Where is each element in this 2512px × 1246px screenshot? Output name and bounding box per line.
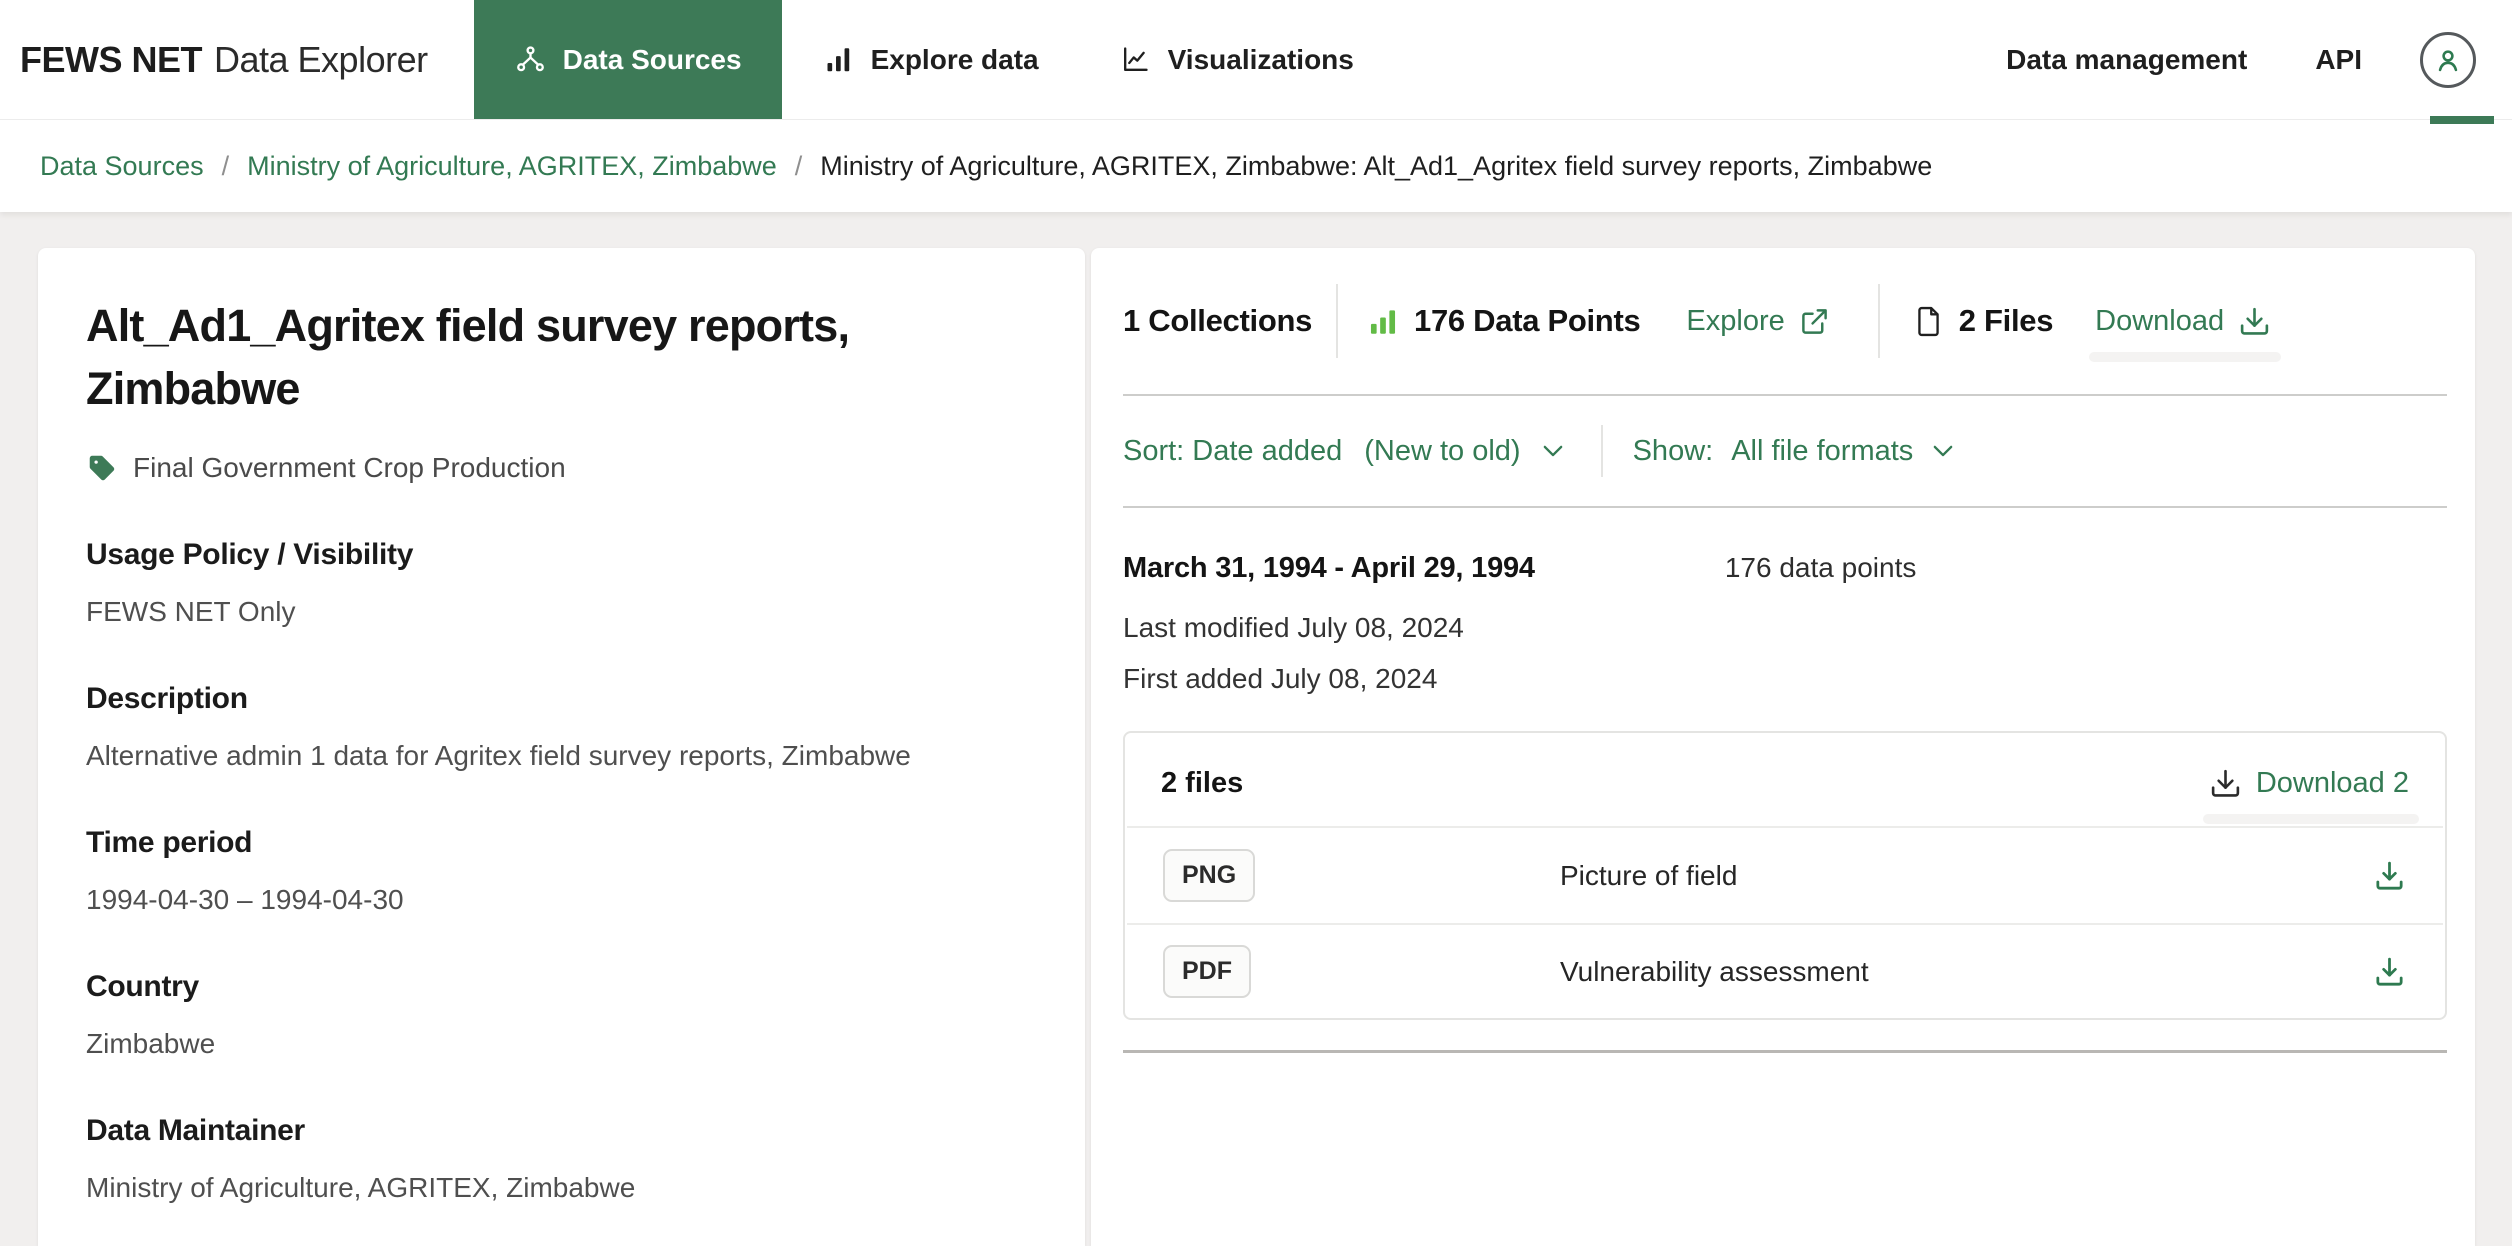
chevron-down-icon [1539,437,1567,465]
collections-count: 1 Collections [1123,303,1312,339]
field-label-country: Country [86,970,1015,1004]
main-content: Alt_Ad1_Agritex field survey reports, Zi… [0,212,2512,1246]
logo-bold: FEWS NET [20,39,202,81]
download-hover-underline [2089,352,2281,362]
show-label: Show: [1633,435,1714,468]
file-row: PDF Vulnerability assessment [1127,923,2443,1018]
tab-label: Visualizations [1168,44,1354,76]
sort-label: Sort: Date added [1123,435,1342,468]
file-format-badge: PDF [1163,945,1251,998]
file-format-cell: PDF [1163,945,1560,998]
files-stat: 2 Files [1912,303,2053,339]
line-chart-icon [1119,43,1152,76]
tab-label: Data Sources [563,44,742,76]
nav-link-label: Data management [2006,44,2247,76]
chevron-down-icon [1929,437,1957,465]
active-user-indicator [2430,116,2494,124]
person-icon [2431,43,2465,77]
tab-explore-data[interactable]: Explore data [782,0,1079,119]
field-value-time-period: 1994-04-30 – 1994-04-30 [86,884,1015,916]
file-download-button[interactable] [2372,954,2407,989]
download-icon [2209,767,2242,800]
mini-bars-icon [1366,304,1400,338]
file-format-badge: PNG [1163,849,1255,902]
tag-icon [86,452,118,484]
breadcrumb-data-sources[interactable]: Data Sources [40,151,204,182]
file-row: PNG Picture of field [1127,828,2443,923]
dataset-info-panel: Alt_Ad1_Agritex field survey reports, Zi… [38,248,1085,1246]
download-link-label: Download [2095,305,2224,338]
tab-label: Explore data [871,44,1039,76]
tab-data-sources[interactable]: Data Sources [474,0,782,119]
explore-link[interactable]: Explore [1686,305,1829,338]
divider [1601,425,1603,477]
collection-section-divider [1123,1050,2447,1053]
collections-panel: 1 Collections 176 Data Points Explore [1091,248,2475,1246]
field-label-time-period: Time period [86,826,1015,860]
file-icon [1912,305,1945,338]
logo-rest: Data Explorer [214,39,428,81]
breadcrumb-separator: / [795,151,803,182]
file-download-button[interactable] [2372,858,2407,893]
divider [1336,284,1338,358]
download-icon [2238,305,2271,338]
nav-spacer [1394,0,1972,119]
breadcrumb: Data Sources / Ministry of Agriculture, … [0,120,2512,212]
download-link[interactable]: Download [2095,305,2271,338]
tab-visualizations[interactable]: Visualizations [1079,0,1394,119]
data-sources-icon [514,43,547,76]
download-all-button[interactable]: Download 2 [2209,767,2409,800]
divider [1878,284,1880,358]
user-avatar[interactable] [2420,32,2476,88]
show-dropdown[interactable]: Show: All file formats [1633,435,1958,468]
sort-dropdown[interactable]: Sort: Date added (New to old) [1123,435,1567,468]
field-label-usage-policy: Usage Policy / Visibility [86,538,1015,572]
field-label-data-maintainer: Data Maintainer [86,1114,1015,1148]
sort-order: (New to old) [1364,435,1520,468]
show-value: All file formats [1731,435,1913,468]
collections-summary-row: 1 Collections 176 Data Points Explore [1123,248,2447,396]
first-added: First added July 08, 2024 [1123,663,2447,695]
file-format-cell: PNG [1163,849,1560,902]
collection-date-range: March 31, 1994 - April 29, 1994 [1123,552,1535,585]
nav-api[interactable]: API [2281,0,2396,119]
files-card: 2 files Download 2 [1123,731,2447,1020]
field-value-usage-policy: FEWS NET Only [86,596,1015,628]
collection-data-points: 176 data points [1725,552,1917,584]
app-logo[interactable]: FEWS NET Data Explorer [20,0,428,119]
files-list: PNG Picture of field PDF [1127,826,2443,1018]
field-label-description: Description [86,682,1015,716]
field-value-country: Zimbabwe [86,1028,1015,1060]
collection-header: March 31, 1994 - April 29, 1994 176 data… [1123,552,2447,585]
breadcrumb-source[interactable]: Ministry of Agriculture, AGRITEX, Zimbab… [247,151,777,182]
download-all-files-wrap: Download 2 [2209,767,2409,800]
dataset-tag: Final Government Crop Production [86,452,1015,484]
filter-row: Sort: Date added (New to old) Show: All … [1123,396,2447,508]
tag-label: Final Government Crop Production [133,452,566,484]
external-link-icon [1799,306,1830,337]
explore-link-label: Explore [1686,305,1784,338]
download-all-label: Download 2 [2256,767,2409,800]
data-points-count: 176 Data Points [1414,303,1640,339]
field-value-description: Alternative admin 1 data for Agritex fie… [86,740,1015,772]
breadcrumb-separator: / [222,151,230,182]
file-name: Picture of field [1560,860,2372,892]
data-points-stat: 176 Data Points [1366,303,1640,339]
download-hover-underline [2203,814,2419,824]
nav-data-management[interactable]: Data management [1972,0,2281,119]
field-value-data-maintainer: Ministry of Agriculture, AGRITEX, Zimbab… [86,1172,1015,1204]
page-title: Alt_Ad1_Agritex field survey reports, Zi… [86,294,1015,420]
download-all-wrap: Download [2095,305,2271,338]
last-modified: Last modified July 08, 2024 [1123,612,2447,644]
breadcrumb-current: Ministry of Agriculture, AGRITEX, Zimbab… [820,151,1932,182]
files-count-label: 2 files [1161,767,1243,800]
top-nav: FEWS NET Data Explorer Data Sources Expl… [0,0,2512,120]
files-count: 2 Files [1959,303,2053,339]
file-name: Vulnerability assessment [1560,956,2372,988]
bar-chart-icon [822,43,855,76]
nav-link-label: API [2315,44,2362,76]
files-card-header: 2 files Download 2 [1125,733,2445,826]
